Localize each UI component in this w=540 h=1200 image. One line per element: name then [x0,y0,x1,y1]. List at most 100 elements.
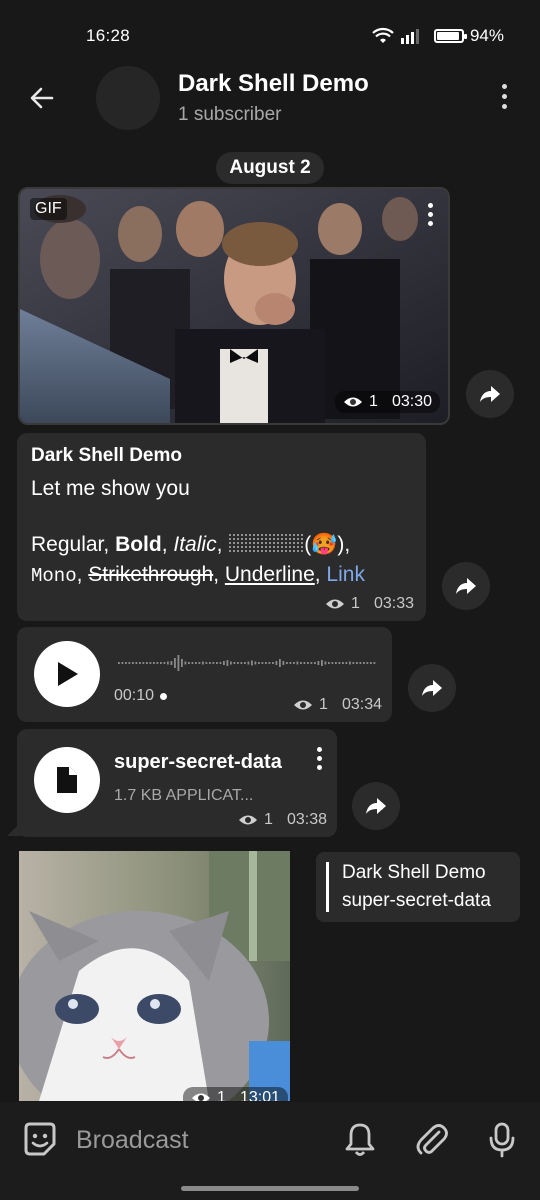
emoji-text: (🥵), [304,533,351,556]
file-size: 1.7 KB APPLICAT... [114,787,254,804]
message-views: 1 [351,595,360,612]
message-line: Let me show you [31,477,190,500]
waveform-bar [132,662,134,664]
waveform-bar [216,662,218,664]
app-bar: Dark Shell Demo 1 subscriber [0,64,540,134]
file-time: 03:38 [286,811,327,828]
separator: , [76,563,89,586]
waveform-bar [373,662,376,664]
waveform-bar [345,662,348,664]
waveform-bar [289,662,292,664]
waveform-bar [338,662,341,664]
file-more-icon[interactable] [317,747,323,774]
voice-waveform[interactable] [118,650,376,676]
mono-text[interactable]: Mono [31,565,77,587]
waveform-bar [118,662,120,664]
waveform-bar [223,661,225,665]
waveform-bar [349,661,351,665]
play-button[interactable] [34,641,100,707]
gif-message[interactable]: GIF 1 03:30 [18,187,450,425]
waveform-bar [300,662,302,664]
back-arrow-icon[interactable] [26,82,58,114]
signal-icon [400,29,419,44]
message-input[interactable]: Broadcast [76,1126,189,1155]
waveform-bar [219,662,222,664]
attach-icon[interactable] [412,1120,452,1160]
waveform-bar [282,661,285,665]
forward-button-gif[interactable] [466,370,514,418]
sticker-meta: 1 13:01 [183,1087,288,1101]
waveform-bar [331,662,334,664]
waveform-bar [324,661,327,665]
voice-views: 1 [319,696,328,713]
waveform-bar [135,662,138,664]
text-message[interactable]: Dark Shell Demo Let me show you Regular,… [17,433,426,621]
sticker-views: 1 [217,1089,226,1101]
waveform-bar [254,661,257,665]
home-indicator [181,1186,359,1191]
microphone-icon[interactable] [482,1120,522,1160]
file-views: 1 [264,811,273,828]
waveform-bar [174,658,176,668]
waveform-bar [167,661,169,665]
reply-sender: Dark Shell Demo [342,862,486,883]
waveform-bar [244,662,246,664]
waveform-bar [310,662,313,664]
waveform-bar [170,661,173,665]
waveform-bar [366,662,369,664]
voice-time: 03:34 [341,696,382,713]
waveform-bar [188,662,190,664]
kitten-image-message[interactable]: 1 13:01 [19,851,290,1101]
file-message[interactable]: super-secret-data 1.7 KB APPLICAT... 1 0… [17,729,337,837]
forward-button-voice[interactable] [408,664,456,712]
status-time: 16:28 [86,26,131,45]
file-download-button[interactable] [34,747,100,813]
forward-button-text[interactable] [442,562,490,610]
waveform-bar [286,662,288,664]
waveform-bar [146,662,148,664]
voice-duration-text: 00:10 [114,687,155,704]
file-meta: 1 03:38 [238,811,327,829]
underline-text: Underline [224,563,315,586]
spoiler-text[interactable] [228,533,305,553]
sticker-time: 13:01 [239,1089,280,1101]
gif-more-icon[interactable] [428,203,436,230]
message-sender: Dark Shell Demo [31,445,182,466]
sticker-emoji-icon[interactable] [20,1120,60,1160]
file-name: super-secret-data [114,751,282,773]
eye-icon [294,700,313,710]
document-icon [57,766,78,793]
channel-avatar[interactable] [96,66,160,130]
gif-meta: 1 03:30 [335,391,440,413]
waveform-bar [279,659,281,667]
reply-preview[interactable]: Dark Shell Demo super-secret-data [316,852,520,922]
separator: , [314,563,327,586]
waveform-bar [128,662,131,664]
forward-icon [456,578,476,594]
waveform-bar [233,662,236,664]
message-link[interactable]: Link [326,563,365,586]
waveform-bar [125,662,127,664]
waveform-bar [342,662,344,664]
kitten-image [19,851,290,1101]
gif-views: 1 [369,393,378,410]
forward-button-file[interactable] [352,782,400,830]
separator: , [213,563,225,586]
bell-icon[interactable] [340,1120,380,1160]
message-meta: 1 03:33 [325,595,414,613]
waveform-bar [202,661,204,665]
waveform-bar [209,662,211,664]
channel-title[interactable]: Dark Shell Demo [178,70,369,98]
waveform-bar [258,662,260,664]
italic-text: Italic [173,533,217,556]
play-icon [58,662,78,686]
more-menu-icon[interactable] [498,84,510,114]
waveform-bar [265,662,267,664]
waveform-bar [205,662,208,664]
waveform-bar [160,662,162,664]
waveform-bar [142,662,145,664]
waveform-bar [195,662,197,664]
waveform-bar [293,662,295,664]
gif-label: GIF [30,198,67,220]
status-bar: 16:28 94% [0,0,540,64]
